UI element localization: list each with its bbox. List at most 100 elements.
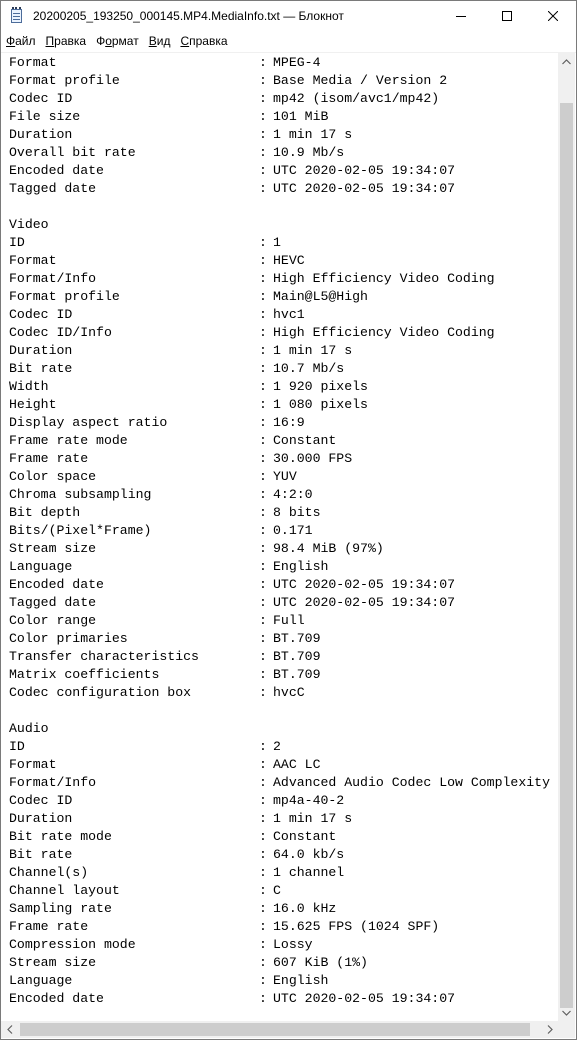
field-value: 10.9 Mb/s [273, 145, 345, 160]
arrow-up-icon [562, 58, 571, 64]
field-separator: : [259, 829, 267, 844]
field-value: 1 080 pixels [273, 397, 368, 412]
field-value: High Efficiency Video Coding [273, 271, 495, 286]
menu-help[interactable]: Справка [175, 32, 232, 51]
field-value: AAC LC [273, 757, 321, 772]
field-value: 1 [273, 235, 281, 250]
field-value: 607 KiB (1%) [273, 955, 368, 970]
field-separator: : [259, 685, 267, 700]
menu-bar: Файл Правка Формат Вид Справка [1, 31, 576, 53]
field-name: Overall bit rate [9, 145, 136, 160]
field-value: English [273, 973, 329, 988]
maximize-button[interactable] [484, 1, 530, 31]
field-separator: : [259, 613, 267, 628]
field-value: UTC 2020-02-05 19:34:07 [273, 181, 456, 196]
close-button[interactable] [530, 1, 576, 31]
field-value: 98.4 MiB (97%) [273, 541, 384, 556]
minimize-button[interactable] [438, 1, 484, 31]
field-name: Duration [9, 343, 73, 358]
horizontal-scroll-thumb[interactable] [20, 1023, 530, 1036]
field-value: Constant [273, 829, 337, 844]
field-name: Stream size [9, 955, 97, 970]
field-value: 1 min 17 s [273, 343, 353, 358]
field-value: BT.709 [273, 649, 321, 664]
field-name: Language [9, 973, 73, 988]
field-separator: : [259, 991, 267, 1006]
scroll-down-button[interactable] [558, 1004, 575, 1021]
text-editor-area[interactable]: Format: MPEG-4 Format profile: Base Media /… [1, 53, 558, 1021]
arrow-left-icon [6, 1025, 12, 1034]
field-value: 101 MiB [273, 109, 329, 124]
field-separator: : [259, 739, 267, 754]
field-name: Bit rate [9, 361, 73, 376]
scroll-up-button[interactable] [558, 53, 575, 70]
field-separator: : [259, 775, 267, 790]
field-name: ID [9, 235, 25, 250]
notepad-icon[interactable] [9, 7, 25, 24]
field-separator: : [259, 307, 267, 322]
menu-file[interactable]: Файл [1, 32, 41, 51]
field-value: mp42 (isom/avc1/mp42) [273, 91, 440, 106]
field-separator: : [259, 235, 267, 250]
field-value: Base Media / Version 2 [273, 73, 448, 88]
field-name: Format/Info [9, 775, 97, 790]
field-name: Sampling rate [9, 901, 112, 916]
field-value: 16.0 kHz [273, 901, 337, 916]
field-separator: : [259, 145, 267, 160]
field-separator: : [259, 127, 267, 142]
field-separator: : [259, 793, 267, 808]
field-name: Bit depth [9, 505, 81, 520]
field-name: Duration [9, 811, 73, 826]
field-separator: : [259, 955, 267, 970]
field-name: Bit rate mode [9, 829, 112, 844]
scroll-right-button[interactable] [541, 1021, 558, 1038]
field-value: UTC 2020-02-05 19:34:07 [273, 595, 456, 610]
field-value: 15.625 FPS (1024 SPF) [273, 919, 440, 934]
field-value: 64.0 kb/s [273, 847, 345, 862]
menu-edit[interactable]: Правка [41, 32, 92, 51]
menu-view[interactable]: Вид [144, 32, 176, 51]
field-name: Language [9, 559, 73, 574]
field-name: Frame rate [9, 919, 89, 934]
field-name: Format [9, 757, 57, 772]
field-name: Matrix coefficients [9, 667, 160, 682]
close-icon [548, 11, 558, 21]
field-separator: : [259, 73, 267, 88]
field-name: ID [9, 739, 25, 754]
field-name: Codec configuration box [9, 685, 192, 700]
field-value: HEVC [273, 253, 305, 268]
vertical-scrollbar[interactable] [558, 53, 575, 1021]
field-value: MPEG-4 [273, 55, 321, 70]
field-separator: : [259, 505, 267, 520]
field-value: 4:2:0 [273, 487, 313, 502]
field-separator: : [259, 433, 267, 448]
field-value: mp4a-40-2 [273, 793, 345, 808]
section-heading-text: Audio [9, 721, 49, 736]
field-name: Tagged date [9, 595, 97, 610]
field-separator: : [259, 343, 267, 358]
field-value: 2 [273, 739, 281, 754]
scroll-left-button[interactable] [1, 1021, 18, 1038]
menu-format[interactable]: Формат [91, 32, 144, 51]
title-bar[interactable]: 20200205_193250_000145.MP4.MediaInfo.txt… [1, 1, 576, 31]
field-name: Codec ID [9, 307, 73, 322]
vertical-scroll-thumb[interactable] [560, 103, 573, 1008]
field-separator: : [259, 649, 267, 664]
field-separator: : [259, 883, 267, 898]
horizontal-scrollbar[interactable] [1, 1021, 558, 1038]
field-value: BT.709 [273, 631, 321, 646]
field-value: UTC 2020-02-05 19:34:07 [273, 991, 456, 1006]
field-separator: : [259, 487, 267, 502]
field-separator: : [259, 253, 267, 268]
field-value: UTC 2020-02-05 19:34:07 [273, 163, 456, 178]
field-name: Height [9, 397, 57, 412]
field-separator: : [259, 631, 267, 646]
field-value: 1 min 17 s [273, 811, 353, 826]
notepad-window: 20200205_193250_000145.MP4.MediaInfo.txt… [0, 0, 577, 1040]
field-name: Frame rate mode [9, 433, 128, 448]
field-separator: : [259, 379, 267, 394]
field-value: Constant [273, 433, 337, 448]
field-value: 0.171 [273, 523, 313, 538]
field-separator: : [259, 667, 267, 682]
field-value: hvcC [273, 685, 305, 700]
